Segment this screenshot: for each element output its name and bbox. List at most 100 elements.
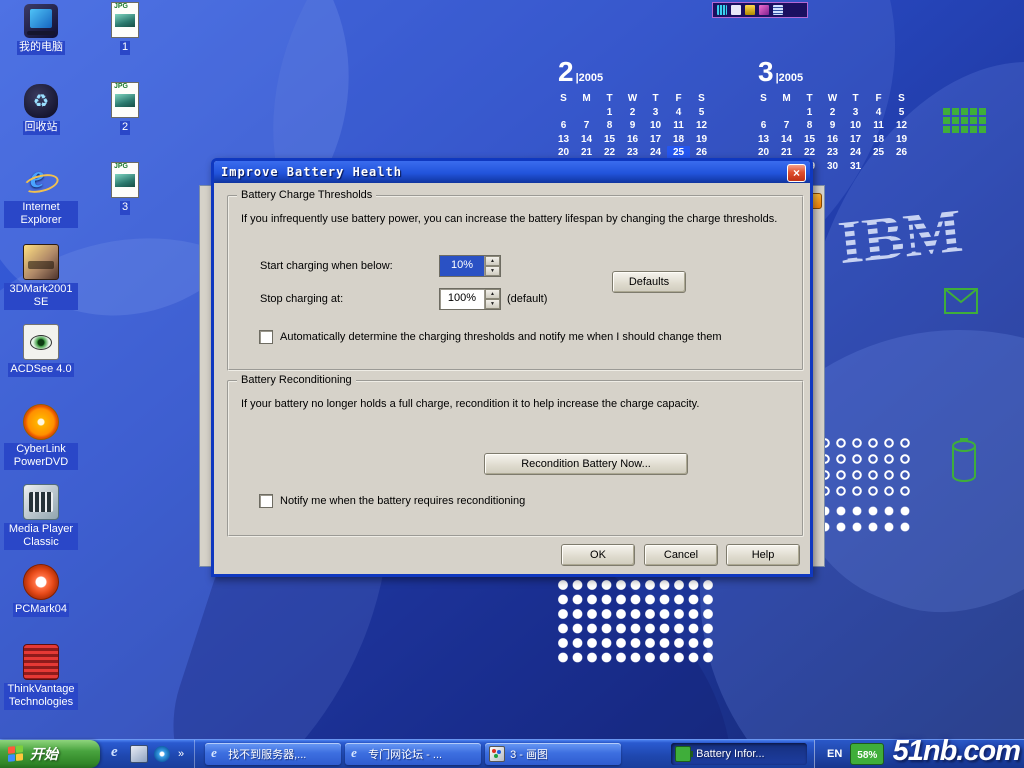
desktop-icon-thinkvantage[interactable]: ThinkVantage Technologies: [4, 644, 78, 724]
recondition-battery-button[interactable]: Recondition Battery Now...: [484, 453, 688, 475]
group-title: Battery Reconditioning: [237, 374, 356, 386]
taskbar-task[interactable]: 专门网论坛 - ...: [345, 743, 481, 765]
start-threshold-spinner[interactable]: 10% ▲ ▼: [439, 255, 501, 277]
camera-icon[interactable]: [731, 5, 741, 15]
calendar-day: 10: [844, 119, 867, 133]
start-threshold-value[interactable]: 10%: [440, 256, 484, 276]
notify-reconditioning-checkbox[interactable]: [259, 494, 273, 508]
quick-launch-overflow-button[interactable]: »: [176, 748, 186, 760]
spin-up-button[interactable]: ▲: [485, 256, 500, 266]
desktop-icon-label: 1: [120, 41, 130, 55]
keyboard-icon[interactable]: [717, 5, 727, 15]
improve-battery-health-dialog: Improve Battery Health × Battery Charge …: [211, 158, 813, 577]
calendar-weekday: S: [890, 92, 913, 106]
calendar-day: 1: [598, 106, 621, 120]
dialog-title: Improve Battery Health: [214, 165, 402, 179]
calendar-day: 3: [844, 106, 867, 120]
media-quicklaunch-icon[interactable]: [154, 746, 170, 762]
taskbar-task[interactable]: 3 - 画图: [485, 743, 621, 765]
desktop-icon-label: CyberLink PowerDVD: [4, 443, 78, 470]
thinkvantage-icon: [23, 644, 59, 680]
calendar-day: 30: [821, 160, 844, 174]
calendar-day: [775, 106, 798, 120]
pen-icon[interactable]: [759, 5, 769, 15]
ok-button[interactable]: OK: [561, 544, 635, 566]
ie-quicklaunch-icon[interactable]: [108, 746, 124, 762]
calendar-day: 8: [598, 119, 621, 133]
stop-threshold-spinner[interactable]: 100% ▲ ▼: [439, 288, 501, 310]
ie-icon: [349, 747, 363, 761]
dialog-titlebar[interactable]: Improve Battery Health ×: [214, 161, 810, 183]
task-label: 专门网论坛 - ...: [368, 746, 442, 762]
calendar-day: 13: [752, 133, 775, 147]
taskbar-task[interactable]: Battery Infor...: [671, 743, 807, 765]
desktop-icon-label: 回收站: [23, 121, 60, 135]
taskbar-task[interactable]: 找不到服务器,...: [205, 743, 341, 765]
battery-indicator[interactable]: 58%: [850, 743, 884, 765]
desktop-icon-recycle-bin[interactable]: 回收站: [4, 84, 78, 164]
calendar-weekday: W: [821, 92, 844, 106]
ie-icon: [24, 164, 58, 198]
calendar-day: 23: [821, 146, 844, 160]
spinner-arrows: ▲ ▼: [484, 289, 500, 309]
start-label: 开始: [30, 744, 58, 764]
calendar-day: 5: [690, 106, 713, 120]
capture-toolbar[interactable]: [712, 2, 808, 18]
spin-up-button[interactable]: ▲: [485, 289, 500, 299]
desktop-icon-my-computer[interactable]: 我的电脑: [4, 4, 78, 84]
my-computer-icon: [24, 4, 58, 38]
calendar-day: [867, 160, 890, 174]
start-button[interactable]: 开始: [0, 740, 100, 768]
dots-pattern: [818, 504, 916, 538]
calendar-day: 17: [844, 133, 867, 147]
help-button[interactable]: Help: [726, 544, 800, 566]
notify-reconditioning-row: Notify me when the battery requires reco…: [259, 494, 525, 508]
calendar-day: 12: [690, 119, 713, 133]
defaults-button[interactable]: Defaults: [612, 271, 686, 293]
ibm-logo: IBM: [835, 191, 984, 275]
desktop-icon-label: Media Player Classic: [4, 523, 78, 550]
desktop-icon-3dmark[interactable]: 3DMark2001 SE: [4, 244, 78, 324]
list-icon[interactable]: [773, 5, 783, 15]
desktop-icon-jpg[interactable]: 1: [88, 2, 162, 82]
battery-charge-thresholds-group: Battery Charge Thresholds If you infrequ…: [227, 195, 804, 371]
desktop-icon-mpc[interactable]: Media Player Classic: [4, 484, 78, 564]
spin-down-button[interactable]: ▼: [485, 299, 500, 309]
desktop-icon-acdsee[interactable]: ACDSee 4.0: [4, 324, 78, 404]
desktop-icon-label: Internet Explorer: [4, 201, 78, 228]
battery-reconditioning-group: Battery Reconditioning If your battery n…: [227, 380, 804, 537]
calendar-year: |2005: [576, 72, 604, 84]
desktop-icon-pcmark[interactable]: PCMark04: [4, 564, 78, 644]
group-title: Battery Charge Thresholds: [237, 189, 376, 201]
desktop-icon-ie[interactable]: Internet Explorer: [4, 164, 78, 244]
desktop-icon-label: ThinkVantage Technologies: [4, 683, 78, 710]
desktop-icon-jpg[interactable]: 3: [88, 162, 162, 242]
spin-down-button[interactable]: ▼: [485, 266, 500, 276]
calendar-weekday: S: [752, 92, 775, 106]
window-icon[interactable]: [745, 5, 755, 15]
desktop-icon-label: PCMark04: [13, 603, 69, 617]
cancel-button[interactable]: Cancel: [644, 544, 718, 566]
calendar-day: [552, 106, 575, 120]
calendar-day: 2: [821, 106, 844, 120]
calendar-month: 2: [558, 58, 574, 86]
calendar-february: 2 |2005 SMTWTFS1234567891011121314151617…: [552, 54, 716, 160]
3dmark-icon: [23, 244, 59, 280]
calendar-weekday: F: [867, 92, 890, 106]
desktop-icon-label: 2: [120, 121, 130, 135]
calendar-march: 3 |2005 SMTWTFS1234567891011121314151617…: [752, 54, 916, 173]
stop-threshold-value[interactable]: 100%: [440, 289, 484, 309]
auto-determine-checkbox[interactable]: [259, 330, 273, 344]
dialog-body: Battery Charge Thresholds If you infrequ…: [214, 183, 810, 574]
acdsee-icon: [23, 324, 59, 360]
calendar-day: 7: [775, 119, 798, 133]
calendar-weekday: M: [775, 92, 798, 106]
desktop-icon-jpg[interactable]: 2: [88, 82, 162, 162]
windows-logo-icon: [8, 745, 24, 763]
desktop-icon-powerdvd[interactable]: CyberLink PowerDVD: [4, 404, 78, 484]
task-label: Battery Infor...: [696, 748, 764, 760]
calendar-weekday: W: [621, 92, 644, 106]
desktop-quicklaunch-icon[interactable]: [130, 745, 148, 763]
close-button[interactable]: ×: [787, 164, 806, 182]
language-indicator[interactable]: EN: [827, 748, 842, 760]
